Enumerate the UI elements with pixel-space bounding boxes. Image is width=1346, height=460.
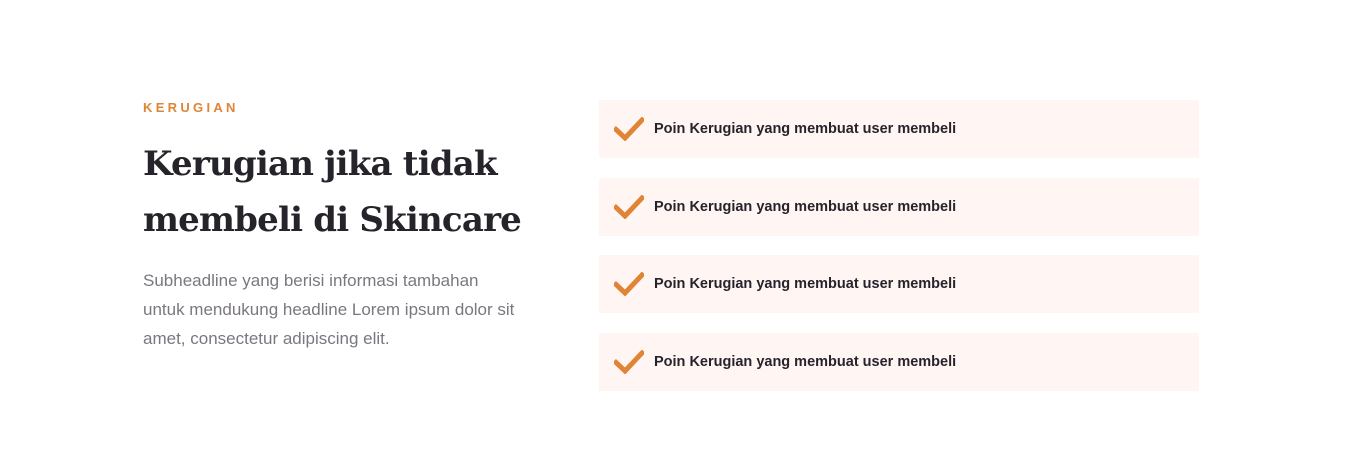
intro-block: KERUGIAN Kerugian jika tidak membeli di … [143,98,543,353]
points-list: Poin Kerugian yang membuat user membeli … [599,100,1199,411]
section-headline: Kerugian jika tidak membeli di Skincare [143,144,522,240]
point-label: Poin Kerugian yang membuat user membeli [654,198,957,215]
list-item: Poin Kerugian yang membuat user membeli [599,333,1199,392]
point-label: Poin Kerugian yang membuat user membeli [654,121,957,137]
point-label: Poin Kerugian yang membuat user membeli [654,276,957,293]
section-eyebrow: KERUGIAN [143,100,239,115]
list-item: Poin Kerugian yang membuat user membeli [599,177,1199,236]
check-icon [613,116,645,142]
section-subheadline: Subheadline yang berisi informasi tambah… [143,271,515,348]
check-icon [613,349,645,375]
point-label: Poin Kerugian yang membuat user membeli [654,354,957,371]
check-icon [613,271,645,297]
list-item: Poin Kerugian yang membuat user membeli [599,255,1199,314]
list-item: Poin Kerugian yang membuat user membeli [599,100,1199,158]
check-icon [613,194,645,220]
